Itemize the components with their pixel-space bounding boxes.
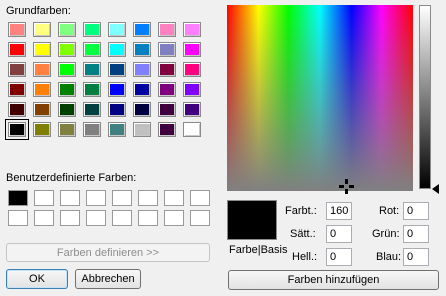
basic-color-swatch[interactable] — [33, 42, 51, 57]
red-field[interactable]: 0 — [403, 202, 429, 220]
add-to-custom-colors-button[interactable]: Farben hinzufügen — [228, 270, 439, 290]
custom-color-swatch[interactable] — [112, 210, 132, 226]
basic-color-swatch[interactable] — [108, 82, 126, 97]
basic-color-swatch[interactable] — [58, 122, 76, 137]
lum-label: Hell.: — [292, 251, 318, 263]
basic-color-swatch[interactable] — [58, 82, 76, 97]
basic-color-swatch[interactable] — [33, 22, 51, 37]
color-spectrum[interactable] — [227, 5, 413, 191]
basic-color-swatch[interactable] — [33, 102, 51, 117]
basic-color-swatch[interactable] — [83, 22, 101, 37]
basic-color-swatch[interactable] — [5, 119, 29, 140]
basic-color-swatch[interactable] — [183, 42, 201, 57]
basic-color-swatch[interactable] — [108, 22, 126, 37]
custom-color-swatch[interactable] — [8, 190, 28, 206]
basic-color-swatch[interactable] — [133, 62, 151, 77]
basic-color-swatch[interactable] — [83, 122, 101, 137]
basic-color-swatch[interactable] — [8, 62, 26, 77]
basic-color-swatch[interactable] — [8, 22, 26, 37]
basic-color-swatch[interactable] — [83, 42, 101, 57]
basic-color-swatch[interactable] — [158, 82, 176, 97]
custom-color-swatch[interactable] — [86, 190, 106, 206]
basic-color-swatch[interactable] — [133, 82, 151, 97]
red-label: Rot: — [379, 205, 400, 217]
basic-color-swatch[interactable] — [158, 102, 176, 117]
custom-colors-grid — [8, 190, 210, 226]
color-preview — [227, 200, 277, 240]
basic-color-swatch[interactable] — [58, 62, 76, 77]
custom-color-swatch[interactable] — [60, 190, 80, 206]
basic-color-swatch[interactable] — [133, 22, 151, 37]
cancel-button[interactable]: Abbrechen — [75, 269, 141, 289]
custom-color-swatch[interactable] — [60, 210, 80, 226]
basic-color-swatch[interactable] — [158, 62, 176, 77]
basic-color-swatch[interactable] — [133, 42, 151, 57]
basic-color-swatch[interactable] — [183, 82, 201, 97]
basic-color-swatch[interactable] — [58, 42, 76, 57]
custom-color-swatch[interactable] — [138, 190, 158, 206]
basic-color-swatch[interactable] — [83, 62, 101, 77]
basic-color-swatch[interactable] — [8, 42, 26, 57]
basic-color-swatch[interactable] — [33, 82, 51, 97]
green-label: Grün: — [372, 228, 400, 240]
define-custom-colors-button[interactable]: Farben definieren >> — [6, 243, 210, 262]
basic-colors-grid — [5, 22, 201, 140]
basic-color-swatch[interactable] — [183, 62, 201, 77]
ok-button[interactable]: OK — [6, 269, 68, 289]
custom-color-swatch[interactable] — [164, 210, 184, 226]
basic-color-swatch[interactable] — [58, 102, 76, 117]
custom-color-swatch[interactable] — [112, 190, 132, 206]
basic-color-swatch[interactable] — [108, 62, 126, 77]
basic-color-swatch[interactable] — [183, 102, 201, 117]
custom-colors-label: Benutzerdefinierte Farben: — [6, 172, 137, 184]
custom-color-swatch[interactable] — [86, 210, 106, 226]
basic-color-swatch[interactable] — [8, 102, 26, 117]
basic-color-swatch[interactable] — [133, 102, 151, 117]
basic-color-swatch[interactable] — [108, 42, 126, 57]
custom-color-swatch[interactable] — [34, 190, 54, 206]
custom-color-swatch[interactable] — [34, 210, 54, 226]
lum-field[interactable]: 0 — [326, 248, 352, 266]
spectrum-crosshair-icon — [339, 179, 354, 194]
basic-color-swatch[interactable] — [83, 82, 101, 97]
basic-color-swatch[interactable] — [33, 122, 51, 137]
basic-color-swatch[interactable] — [83, 102, 101, 117]
basic-color-swatch[interactable] — [133, 122, 151, 137]
basic-colors-label: Grundfarben: — [6, 5, 71, 17]
basic-color-swatch[interactable] — [108, 102, 126, 117]
custom-color-swatch[interactable] — [190, 210, 210, 226]
basic-color-swatch[interactable] — [158, 42, 176, 57]
custom-color-swatch[interactable] — [8, 210, 28, 226]
luminosity-slider[interactable] — [419, 5, 431, 189]
hue-field[interactable]: 160 — [326, 202, 352, 220]
custom-color-swatch[interactable] — [164, 190, 184, 206]
blue-label: Blau: — [376, 251, 402, 263]
basic-color-swatch[interactable] — [58, 22, 76, 37]
sat-label: Sätt.: — [290, 228, 316, 240]
preview-label: Farbe|Basis — [229, 244, 288, 256]
green-field[interactable]: 0 — [403, 225, 429, 243]
basic-color-swatch[interactable] — [158, 122, 176, 137]
basic-color-swatch[interactable] — [158, 22, 176, 37]
custom-color-swatch[interactable] — [138, 210, 158, 226]
sat-field[interactable]: 0 — [326, 225, 352, 243]
hue-label: Farbt.: — [285, 205, 317, 217]
luminosity-arrow-icon[interactable] — [432, 184, 440, 194]
blue-field[interactable]: 0 — [403, 248, 429, 266]
basic-color-swatch[interactable] — [33, 62, 51, 77]
basic-color-swatch[interactable] — [183, 22, 201, 37]
basic-color-swatch[interactable] — [108, 122, 126, 137]
custom-color-swatch[interactable] — [190, 190, 210, 206]
basic-color-swatch[interactable] — [183, 122, 201, 137]
basic-color-swatch[interactable] — [8, 82, 26, 97]
